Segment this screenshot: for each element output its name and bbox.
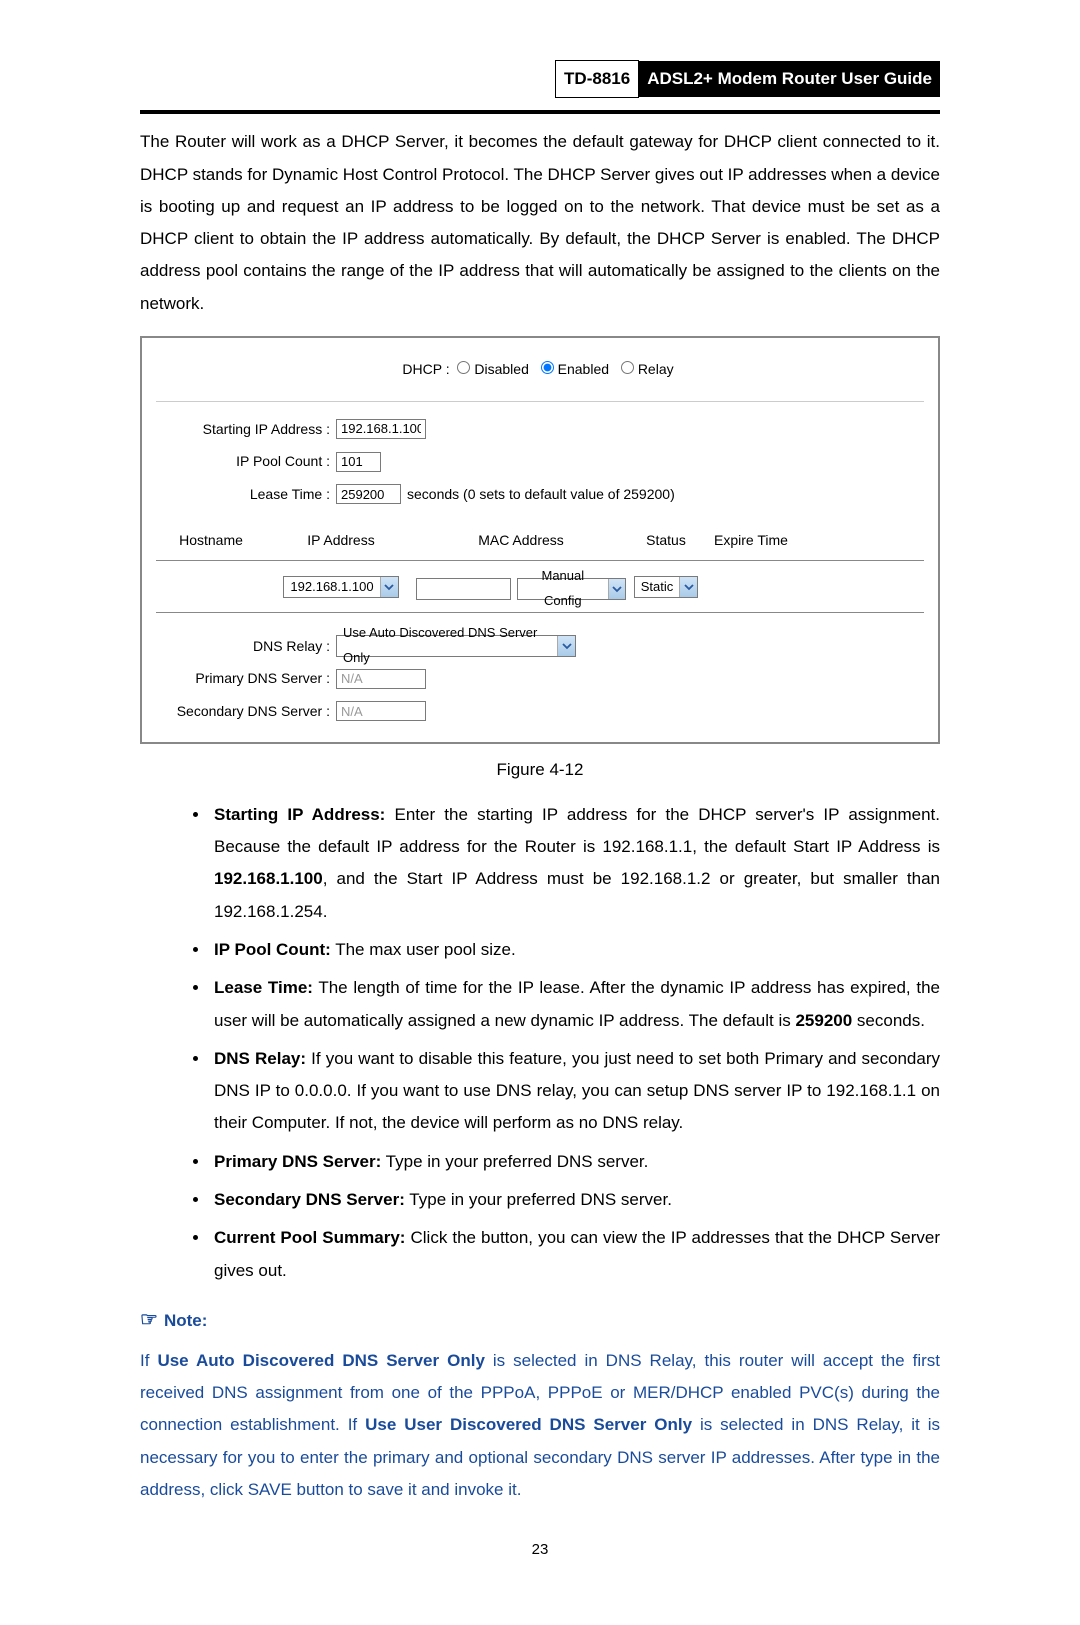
dns-relay-value: Use Auto Discovered DNS Server Only (337, 621, 557, 670)
starting-ip-label: Starting IP Address : (156, 416, 336, 443)
list-item: DNS Relay: If you want to disable this f… (210, 1043, 940, 1140)
dhcp-label: DHCP : (402, 361, 449, 377)
radio-enabled[interactable]: Enabled (541, 361, 609, 377)
status-dropdown[interactable]: Static (634, 576, 699, 598)
chevron-down-icon (679, 577, 697, 597)
list-item: Starting IP Address: Enter the starting … (210, 799, 940, 928)
radio-relay[interactable]: Relay (621, 361, 674, 377)
col-expire: Expire Time (706, 527, 796, 554)
mac-config-value: Manual Config (518, 564, 609, 613)
pool-count-label: IP Pool Count : (156, 448, 336, 475)
list-item: Primary DNS Server: Type in your preferr… (210, 1146, 940, 1178)
page-number: 23 (140, 1536, 940, 1565)
list-item: IP Pool Count: The max user pool size. (210, 934, 940, 966)
ip-dropdown[interactable]: 192.168.1.100 (283, 576, 398, 598)
status-value: Static (635, 575, 680, 600)
pool-count-row: IP Pool Count : (156, 448, 924, 475)
figure-caption: Figure 4-12 (140, 754, 940, 786)
radio-disabled[interactable]: Disabled (457, 361, 528, 377)
lease-time-row: Lease Time : seconds (0 sets to default … (156, 481, 924, 508)
col-status: Status (626, 527, 706, 554)
mac-input[interactable] (416, 578, 511, 600)
list-item: Current Pool Summary: Click the button, … (210, 1222, 940, 1287)
ip-value: 192.168.1.100 (284, 575, 379, 600)
figure-4-12-box: DHCP : Disabled Enabled Relay Starting I… (140, 336, 940, 744)
model-label: TD-8816 (555, 60, 639, 98)
note-paragraph: If Use Auto Discovered DNS Server Only i… (140, 1345, 940, 1506)
dhcp-mode-row: DHCP : Disabled Enabled Relay (156, 356, 924, 383)
header-bar: TD-8816ADSL2+ Modem Router User Guide (140, 60, 940, 98)
primary-dns-input[interactable] (336, 669, 426, 689)
col-ip: IP Address (266, 527, 416, 554)
mac-config-dropdown[interactable]: Manual Config (517, 578, 626, 600)
chevron-down-icon (380, 577, 398, 597)
dns-relay-label: DNS Relay : (156, 633, 336, 660)
guide-title: ADSL2+ Modem Router User Guide (639, 61, 940, 97)
pool-count-input[interactable] (336, 452, 381, 472)
col-mac: MAC Address (416, 527, 626, 554)
lease-time-suffix: seconds (0 sets to default value of 2592… (407, 481, 675, 508)
bullet-list: Starting IP Address: Enter the starting … (140, 799, 940, 1287)
starting-ip-row: Starting IP Address : (156, 416, 924, 443)
lease-time-label: Lease Time : (156, 481, 336, 508)
secondary-dns-label: Secondary DNS Server : (156, 698, 336, 725)
lease-time-input[interactable] (336, 484, 401, 504)
intro-paragraph: The Router will work as a DHCP Server, i… (140, 126, 940, 320)
list-item: Lease Time: The length of time for the I… (210, 972, 940, 1037)
secondary-dns-input[interactable] (336, 701, 426, 721)
list-item: Secondary DNS Server: Type in your prefe… (210, 1184, 940, 1216)
primary-dns-label: Primary DNS Server : (156, 665, 336, 692)
chevron-down-icon (608, 579, 625, 599)
dns-relay-dropdown[interactable]: Use Auto Discovered DNS Server Only (336, 635, 576, 657)
hand-icon: ☞ (140, 1309, 158, 1331)
header-rule (140, 110, 940, 114)
pool-table-row: 192.168.1.100 Manual Config Static (156, 561, 924, 613)
col-hostname: Hostname (156, 527, 266, 554)
secondary-dns-row: Secondary DNS Server : (156, 698, 924, 725)
starting-ip-input[interactable] (336, 419, 426, 439)
note-header: ☞Note: (140, 1301, 940, 1339)
dns-relay-row: DNS Relay : Use Auto Discovered DNS Serv… (156, 633, 924, 660)
chevron-down-icon (557, 636, 575, 656)
pool-table-header: Hostname IP Address MAC Address Status E… (156, 521, 924, 561)
